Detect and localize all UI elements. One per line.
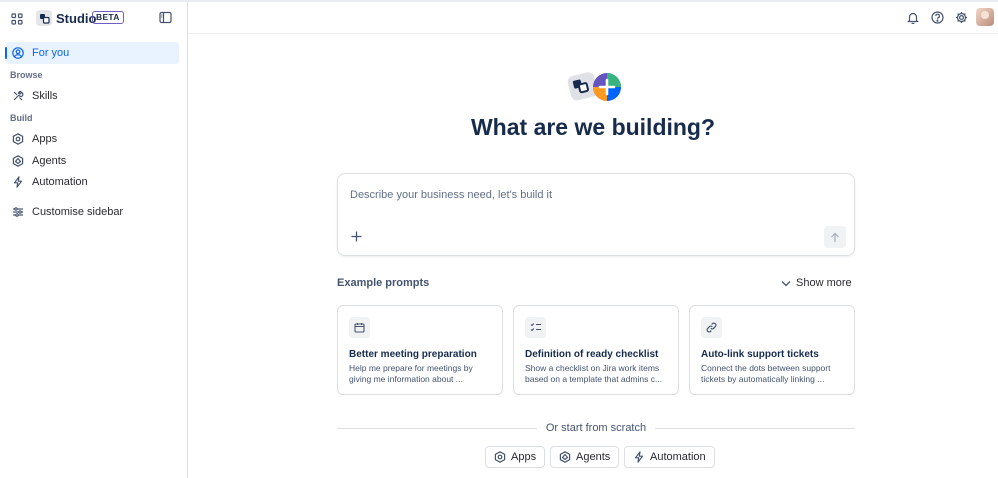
send-button[interactable] [824,226,846,248]
sidebar-item-label: Customise sidebar [32,206,124,218]
sidebar-item-label: For you [32,47,70,59]
calendar-icon [349,317,370,338]
button-label: Apps [511,451,537,463]
user-circle-icon [11,47,24,60]
start-from-scratch-label: Or start from scratch [540,422,652,434]
sidebar-item-agents[interactable]: Agents [6,150,179,172]
card-title: Better meeting preparation [349,349,477,360]
app-switcher-icon[interactable] [8,10,26,28]
example-card-meeting[interactable]: Better meeting preparation Help me prepa… [337,305,503,395]
studio-logo-icon [36,10,52,26]
prompt-input[interactable] [350,187,830,203]
example-card-autolink[interactable]: Auto-link support tickets Connect the do… [689,305,855,395]
link-icon [701,317,722,338]
bell-icon[interactable] [906,10,920,24]
divider-right [655,428,855,429]
sidebar-item-label: Apps [32,133,58,145]
user-avatar[interactable] [976,8,994,26]
app-icon [494,451,506,463]
sidebar-header: Studio BETA [0,2,188,34]
agent-icon [559,451,571,463]
sidebar-item-for-you[interactable]: For you [5,42,179,64]
top-right-toolbar [906,10,968,24]
app-name[interactable]: Studio [56,11,96,26]
example-prompts-heading: Example prompts [337,277,430,289]
checklist-icon [525,317,546,338]
app-icon [11,133,24,146]
example-card-checklist[interactable]: Definition of ready checklist Show a che… [513,305,679,395]
sidebar-item-label: Agents [32,155,67,167]
lightning-icon [11,176,24,189]
arrow-up-icon [831,232,839,242]
card-description: Help me prepare for meetings by giving m… [349,363,473,384]
sidebar-item-label: Automation [32,176,88,188]
sidebar-item-label: Skills [32,90,58,102]
section-label-browse: Browse [10,70,43,80]
card-title: Definition of ready checklist [525,349,659,360]
sidebar: Studio BETA For you Browse Skills Build … [0,2,188,478]
help-icon[interactable] [930,10,944,24]
sidebar-item-apps[interactable]: Apps [6,128,179,150]
scratch-apps-button[interactable]: Apps [485,446,546,468]
tools-icon [11,90,24,103]
agent-icon [11,155,24,168]
scratch-agents-button[interactable]: Agents [550,446,620,468]
button-label: Agents [576,451,611,463]
gear-icon[interactable] [954,10,968,24]
button-label: Automation [650,451,706,463]
sliders-icon [11,206,24,219]
chevron-down-icon [781,280,791,286]
add-attachment-icon[interactable] [350,230,364,244]
divider-left [337,428,537,429]
sidebar-item-skills[interactable]: Skills [6,85,179,107]
header-divider [188,33,998,34]
card-description: Connect the dots between support tickets… [701,363,831,384]
scratch-automation-button[interactable]: Automation [624,446,715,468]
show-more-button[interactable]: Show more [781,277,852,289]
show-more-label: Show more [796,277,852,289]
collapse-sidebar-icon[interactable] [159,11,173,25]
card-title: Auto-link support tickets [701,349,819,360]
lightning-icon [633,451,645,463]
card-description: Show a checklist on Jira work items base… [525,363,663,384]
prompt-composer [337,173,855,256]
beta-badge: BETA [92,11,124,24]
studio-hero-icon [566,70,624,104]
page-title: What are we building? [470,114,716,140]
section-label-build: Build [10,113,33,123]
sidebar-item-automation[interactable]: Automation [6,171,179,193]
sidebar-item-customise[interactable]: Customise sidebar [6,201,179,223]
